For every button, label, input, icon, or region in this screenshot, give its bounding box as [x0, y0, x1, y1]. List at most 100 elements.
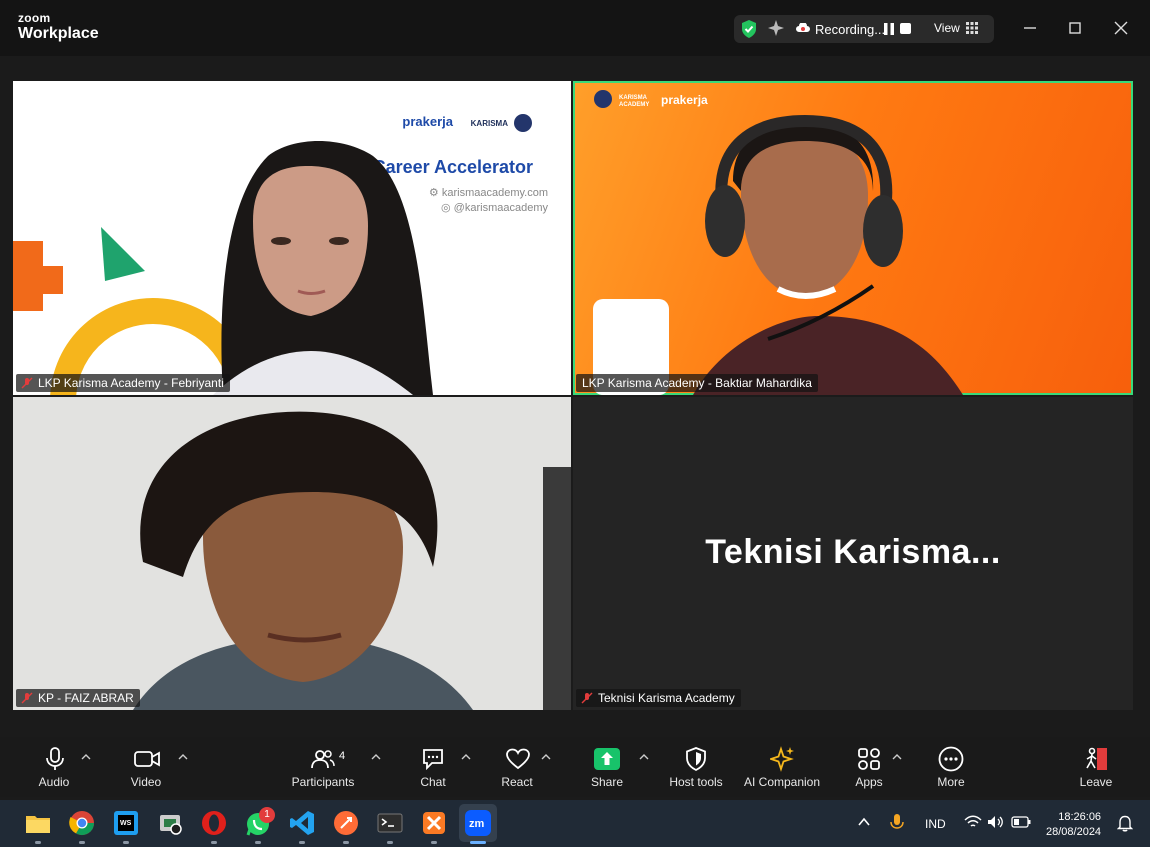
- brand-top: zoom: [18, 11, 51, 25]
- apps-icon[interactable]: [857, 747, 881, 771]
- microphone-in-use-icon[interactable]: [890, 813, 904, 833]
- taskbar-indicator: [35, 841, 41, 844]
- terminal-icon[interactable]: [376, 809, 404, 837]
- participant-video: KARISMA ACADEMY prakerja: [593, 90, 963, 395]
- vscode-icon[interactable]: [288, 809, 316, 837]
- host-tools-shield-icon[interactable]: [685, 747, 707, 771]
- video-tile-febriyanti[interactable]: ⚙ karismaacademy.com ◎ @karismaacademy D…: [13, 81, 571, 395]
- stop-recording-icon[interactable]: [900, 23, 911, 34]
- video-camera-icon[interactable]: [134, 750, 160, 768]
- audio-button[interactable]: Audio: [39, 775, 70, 789]
- battery-icon[interactable]: [1011, 816, 1031, 828]
- participant-name: LKP Karisma Academy - Baktiar Mahardika: [582, 376, 812, 390]
- video-tile-teknisi-karisma[interactable]: Teknisi Karisma... Teknisi Karisma Acade…: [573, 397, 1133, 710]
- postman-icon[interactable]: [332, 809, 360, 837]
- snipping-tool-icon[interactable]: [156, 809, 184, 837]
- participant-name: Teknisi Karisma Academy: [598, 691, 735, 705]
- audio-options-chevron-icon[interactable]: [81, 753, 91, 761]
- host-tools-button[interactable]: Host tools: [669, 775, 722, 789]
- input-language-indicator[interactable]: IND: [925, 817, 946, 831]
- taskbar-indicator: [343, 841, 349, 844]
- ai-sparkle-icon[interactable]: [767, 19, 785, 37]
- more-ellipsis-icon[interactable]: [938, 746, 964, 772]
- notifications-bell-icon[interactable]: [1117, 814, 1133, 832]
- taskbar-indicator: [123, 841, 129, 844]
- video-options-chevron-icon[interactable]: [178, 753, 188, 761]
- close-icon[interactable]: [1111, 18, 1131, 38]
- ai-companion-button[interactable]: AI Companion: [744, 775, 820, 789]
- ai-companion-sparkle-icon[interactable]: [770, 746, 796, 772]
- svg-text:prakerja: prakerja: [661, 93, 708, 107]
- wifi-icon[interactable]: [964, 815, 982, 829]
- share-screen-icon[interactable]: [594, 748, 620, 770]
- webstorm-icon[interactable]: WS: [112, 809, 140, 837]
- pause-recording-icon[interactable]: [884, 23, 894, 35]
- brand-bottom: Workplace: [18, 25, 99, 42]
- meeting-toolbar: [0, 737, 1150, 797]
- participant-display-name: Teknisi Karisma...: [705, 533, 1001, 571]
- participant-name: KP - FAIZ ABRAR: [38, 691, 134, 705]
- participant-name-label: LKP Karisma Academy - Baktiar Mahardika: [576, 374, 818, 392]
- participants-count: 4: [339, 750, 346, 762]
- chat-options-chevron-icon[interactable]: [461, 753, 471, 761]
- participant-video: [133, 411, 571, 710]
- opera-icon[interactable]: [200, 809, 228, 837]
- taskbar-indicator: [255, 841, 261, 844]
- participant-video: [213, 141, 433, 395]
- volume-icon[interactable]: [987, 815, 1005, 829]
- title-bar: zoom Workplace Recording... View: [0, 0, 1150, 56]
- leave-door-icon[interactable]: [1083, 746, 1109, 772]
- cloud-recording-icon: [796, 23, 810, 32]
- video-button[interactable]: Video: [131, 775, 161, 789]
- participants-options-chevron-icon[interactable]: [371, 753, 381, 761]
- share-options-chevron-icon[interactable]: [639, 753, 649, 761]
- view-button[interactable]: View: [934, 21, 960, 35]
- taskbar-active-indicator: [470, 841, 486, 844]
- minimize-icon[interactable]: [1020, 18, 1040, 38]
- participants-button[interactable]: Participants: [292, 775, 355, 789]
- svg-text:KARISMA: KARISMA: [619, 95, 648, 101]
- whatsapp-unread-badge: 1: [259, 807, 275, 823]
- zoom-app-icon[interactable]: zm: [464, 809, 492, 837]
- participants-icon[interactable]: [311, 749, 335, 769]
- react-options-chevron-icon[interactable]: [541, 753, 551, 761]
- file-explorer-icon[interactable]: [24, 809, 52, 837]
- mic-muted-icon: [21, 692, 33, 704]
- apps-options-chevron-icon[interactable]: [892, 753, 902, 761]
- show-hidden-icons-chevron-icon[interactable]: [857, 816, 871, 828]
- view-grid-icon[interactable]: [966, 22, 978, 34]
- participant-name: LKP Karisma Academy - Febriyanti: [38, 376, 224, 390]
- chat-button[interactable]: Chat: [420, 775, 445, 789]
- taskbar-indicator: [387, 841, 393, 844]
- chrome-icon[interactable]: [68, 809, 96, 837]
- audio-mic-icon[interactable]: [45, 747, 65, 771]
- more-button[interactable]: More: [937, 775, 964, 789]
- chat-bubble-icon[interactable]: [421, 747, 445, 771]
- taskbar-indicator: [299, 841, 305, 844]
- zoom-logo: zoom Workplace: [18, 12, 99, 42]
- clock-date: 28/08/2024: [1046, 826, 1102, 838]
- svg-text:WS: WS: [120, 820, 132, 827]
- xampp-icon[interactable]: [420, 809, 448, 837]
- taskbar-indicator: [79, 841, 85, 844]
- system-clock[interactable]: 18:26:06 28/08/2024: [1046, 810, 1101, 840]
- leave-button[interactable]: Leave: [1080, 775, 1113, 789]
- react-button[interactable]: React: [501, 775, 532, 789]
- participant-name-label: LKP Karisma Academy - Febriyanti: [16, 374, 230, 392]
- video-tile-baktiar-mahardika[interactable]: KARISMA ACADEMY prakerja LKP Karisma Aca…: [573, 81, 1133, 395]
- svg-text:zm: zm: [469, 818, 485, 830]
- mic-muted-icon: [581, 692, 593, 704]
- maximize-icon[interactable]: [1065, 18, 1085, 38]
- react-heart-icon[interactable]: [505, 748, 531, 770]
- video-tile-faiz-abrar[interactable]: KP - FAIZ ABRAR: [13, 397, 571, 710]
- share-button[interactable]: Share: [591, 775, 623, 789]
- taskbar-indicator: [431, 841, 437, 844]
- clock-time: 18:26:06: [1058, 811, 1102, 823]
- participant-name-label: KP - FAIZ ABRAR: [16, 689, 140, 707]
- participant-name-label: Teknisi Karisma Academy: [576, 689, 741, 707]
- mic-muted-icon: [21, 377, 33, 389]
- apps-button[interactable]: Apps: [855, 775, 882, 789]
- svg-text:ACADEMY: ACADEMY: [619, 102, 649, 108]
- taskbar-indicator: [211, 841, 217, 844]
- encryption-shield-icon[interactable]: [740, 19, 758, 39]
